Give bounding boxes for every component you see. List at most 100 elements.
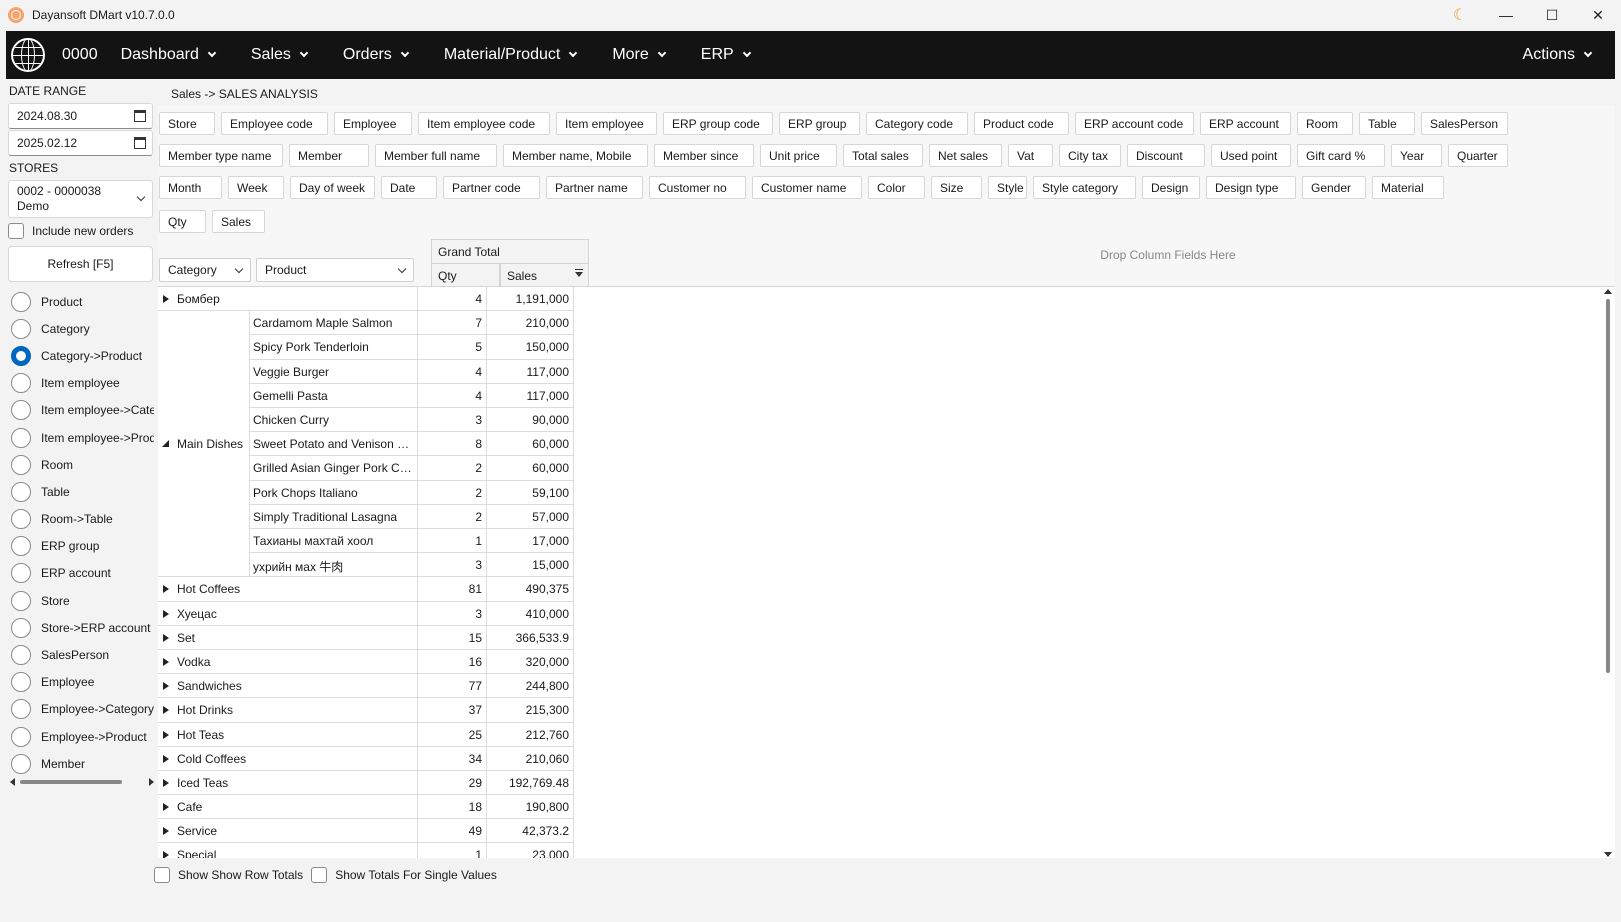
radio-option-employee[interactable]: Employee xyxy=(6,669,154,696)
close-icon[interactable]: ✕ xyxy=(1575,0,1621,30)
field-chip-month[interactable]: Month xyxy=(159,176,222,199)
category-cell[interactable]: Бомбер xyxy=(158,287,418,312)
field-chip-salesperson[interactable]: SalesPerson xyxy=(1421,112,1508,135)
category-cell[interactable]: Cafe xyxy=(158,795,418,820)
field-chip-total-sales[interactable]: Total sales xyxy=(843,144,923,167)
radio-option-erp-group[interactable]: ERP group xyxy=(6,533,154,560)
chevron-down-icon[interactable] xyxy=(397,264,407,274)
expand-triangle-icon[interactable] xyxy=(163,585,169,594)
field-chip-day-of-week[interactable]: Day of week xyxy=(290,176,375,199)
radio-button[interactable] xyxy=(11,291,31,312)
sidebar-horizontal-scrollbar[interactable] xyxy=(10,777,154,787)
radio-button[interactable] xyxy=(11,699,31,720)
radio-option-table[interactable]: Table xyxy=(6,478,154,505)
category-cell[interactable]: Set xyxy=(158,625,418,650)
field-chip-erp-account[interactable]: ERP account xyxy=(1200,112,1291,135)
store-select[interactable]: 0002 - 0000038 Demo xyxy=(8,180,153,218)
category-cell[interactable]: Hot Coffees xyxy=(158,577,418,602)
radio-button[interactable] xyxy=(11,481,31,502)
radio-option-item-employee-product[interactable]: Item employee->Product xyxy=(6,424,154,451)
radio-button[interactable] xyxy=(11,726,31,747)
date-to-input[interactable]: 2025.02.12 xyxy=(8,130,153,156)
expand-triangle-icon[interactable] xyxy=(163,754,169,763)
radio-option-salesperson[interactable]: SalesPerson xyxy=(6,641,154,668)
radio-option-store-erp-account[interactable]: Store->ERP account xyxy=(6,614,154,641)
category-cell[interactable]: Hot Teas xyxy=(158,722,418,747)
radio-button[interactable] xyxy=(11,318,31,339)
actions-menu[interactable]: Actions xyxy=(1523,31,1593,79)
radio-option-member[interactable]: Member xyxy=(6,750,154,776)
field-chip-city-tax[interactable]: City tax xyxy=(1059,144,1121,167)
sales-column-header[interactable]: Sales xyxy=(500,263,589,287)
radio-option-item-employee[interactable]: Item employee xyxy=(6,370,154,397)
radio-button[interactable] xyxy=(11,536,31,557)
radio-option-store[interactable]: Store xyxy=(6,587,154,614)
field-chip-employee-code[interactable]: Employee code xyxy=(221,112,328,135)
field-chip-table[interactable]: Table xyxy=(1359,112,1415,135)
radio-button[interactable] xyxy=(11,509,31,530)
minimize-icon[interactable]: — xyxy=(1483,0,1529,30)
field-chip-used-point[interactable]: Used point xyxy=(1211,144,1291,167)
show-totals-single-checkbox[interactable] xyxy=(311,867,328,883)
expand-triangle-icon[interactable] xyxy=(163,803,169,812)
scrollbar-thumb[interactable] xyxy=(20,780,122,784)
moon-icon[interactable]: ☾ xyxy=(1437,0,1483,30)
expand-triangle-icon[interactable] xyxy=(163,609,169,618)
menu-orders[interactable]: Orders xyxy=(343,46,410,64)
category-cell[interactable]: Iced Teas xyxy=(158,770,418,796)
scroll-right-icon[interactable] xyxy=(149,778,154,786)
field-chip-store[interactable]: Store xyxy=(159,112,215,135)
field-chip-room[interactable]: Room xyxy=(1297,112,1353,135)
expand-triangle-icon[interactable] xyxy=(163,778,169,787)
calendar-icon[interactable] xyxy=(134,110,146,122)
field-chip-qty[interactable]: Qty xyxy=(159,210,206,233)
radio-option-room-table[interactable]: Room->Table xyxy=(6,506,154,533)
radio-button[interactable] xyxy=(11,454,31,475)
row-field-category[interactable]: Category xyxy=(159,258,251,282)
sort-filter-icon[interactable] xyxy=(575,269,583,277)
menu-erp[interactable]: ERP xyxy=(701,46,751,64)
menu-more[interactable]: More xyxy=(612,46,667,64)
expand-triangle-icon[interactable] xyxy=(163,851,169,858)
checkbox-box[interactable] xyxy=(8,223,24,239)
field-chip-customer-name[interactable]: Customer name xyxy=(752,176,862,199)
field-chip-discount[interactable]: Discount xyxy=(1127,144,1205,167)
radio-option-employee-product[interactable]: Employee->Product xyxy=(6,723,154,750)
calendar-icon[interactable] xyxy=(134,137,146,149)
expand-triangle-icon[interactable] xyxy=(163,682,169,691)
field-chip-partner-code[interactable]: Partner code xyxy=(443,176,540,199)
scroll-up-icon[interactable] xyxy=(1604,289,1612,294)
field-chip-employee[interactable]: Employee xyxy=(334,112,412,135)
field-chip-unit-price[interactable]: Unit price xyxy=(760,144,837,167)
menu-material-product[interactable]: Material/Product xyxy=(444,46,578,64)
radio-option-category-product[interactable]: Category->Product xyxy=(6,342,154,369)
field-chip-gender[interactable]: Gender xyxy=(1302,176,1366,199)
maximize-icon[interactable]: ☐ xyxy=(1529,0,1575,30)
field-chip-year[interactable]: Year xyxy=(1391,144,1442,167)
radio-option-category[interactable]: Category xyxy=(6,315,154,342)
expand-triangle-icon[interactable] xyxy=(163,706,169,715)
radio-button[interactable] xyxy=(11,617,31,638)
globe-logo-icon[interactable] xyxy=(11,38,45,72)
field-chip-size[interactable]: Size xyxy=(931,176,982,199)
field-chip-color[interactable]: Color xyxy=(868,176,925,199)
field-chip-sales[interactable]: Sales xyxy=(212,210,265,233)
date-from-input[interactable]: 2024.08.30 xyxy=(8,103,153,129)
field-chip-style-category[interactable]: Style category xyxy=(1033,176,1136,199)
field-chip-week[interactable]: Week xyxy=(228,176,284,199)
expand-triangle-icon[interactable] xyxy=(163,730,169,739)
radio-option-room[interactable]: Room xyxy=(6,451,154,478)
radio-button[interactable] xyxy=(11,672,31,693)
category-cell[interactable]: Special xyxy=(158,843,418,858)
expand-triangle-icon[interactable] xyxy=(163,657,169,666)
radio-button[interactable] xyxy=(11,645,31,666)
scroll-down-icon[interactable] xyxy=(1604,852,1612,857)
field-chip-erp-account-code[interactable]: ERP account code xyxy=(1075,112,1194,135)
expand-triangle-icon[interactable] xyxy=(163,827,169,836)
category-cell[interactable]: Vodka xyxy=(158,649,418,675)
field-chip-gift-card[interactable]: Gift card % xyxy=(1297,144,1385,167)
menu-dashboard[interactable]: Dashboard xyxy=(121,46,217,64)
field-chip-product-code[interactable]: Product code xyxy=(974,112,1069,135)
radio-button[interactable] xyxy=(11,427,31,448)
category-cell[interactable]: Sandwiches xyxy=(158,674,418,699)
